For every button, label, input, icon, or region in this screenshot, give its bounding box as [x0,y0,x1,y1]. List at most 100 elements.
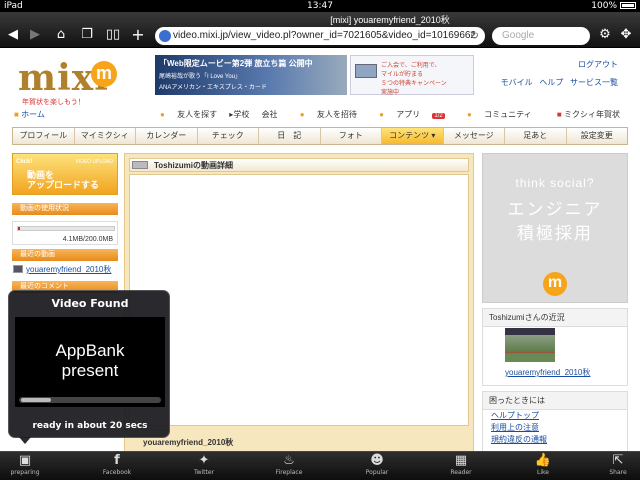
popular-icon: ☻ [370,453,384,468]
upload-sub-label: VIDEO UPLOAD [75,159,113,165]
upload-video-button[interactable]: Click! VIDEO UPLOAD 動画を アップロードする [12,153,118,195]
tab-reader-label: Reader [450,469,472,476]
tab-share[interactable]: ⇱ Share [592,452,640,480]
action-links: ● 友人を探す ▸学校 会社 ● 友人を招待 ● アプリ 1/2 ● コミュニテ… [160,109,552,120]
activity-video-link[interactable]: youaremyfriend_2010秋 [505,367,590,378]
invite-icon: ● [299,110,305,119]
preview-line2: present [61,361,119,380]
main-nav: プロフィール マイミクシィ カレンダー チェック 日 記 フォト コンテンツ ▾… [12,127,628,145]
activity-video-thumbnail[interactable] [505,328,555,362]
heading-marker-icon [132,161,148,169]
logo-tagline: 年賀状を楽しもう！ [22,99,85,106]
mile-banner[interactable]: ご入会で、ご利用で、 マイルが貯まる ５つの特典キャンペーン 実施中 [350,55,474,96]
video-player-area[interactable] [129,174,469,426]
banner-line3: ANAアメリカン・エキスプレス・カード [159,85,267,91]
preview-line1: AppBank [55,341,125,360]
video-found-popover[interactable]: Video Found AppBank present ready in abou… [8,290,170,444]
community-icon: ● [467,110,472,119]
share-icon: ⇱ [612,453,624,468]
usage-heading: 動画の使用状況 [12,203,118,215]
community-link[interactable]: ● コミュニティ [467,110,542,119]
home-icon[interactable]: ⌂ [52,28,70,42]
reload-icon[interactable]: ↻ [470,27,479,45]
school-label[interactable]: 学校 [233,110,249,119]
nav-calendar[interactable]: カレンダー [136,128,198,144]
forward-icon[interactable]: ▶ [28,28,42,42]
video-detail-panel: Toshizumiの動画詳細 youaremyfriend_2010秋 [124,153,474,451]
battery-status: 100% [591,0,636,12]
apps-link[interactable]: ● アプリ 1/2 [379,110,455,119]
move-icon[interactable]: ✥ [618,28,634,42]
banner-line2: 尾崎裕哉が歌う「I Love You」 [159,74,242,80]
battery-percent: 100% [591,1,617,11]
usage-notes-link[interactable]: 利用上の注意 [483,422,627,434]
tab-like[interactable]: 👍 Like [513,452,573,480]
twitter-icon: ✦ [198,453,210,468]
preview-controls [19,397,161,403]
tabs-icon[interactable]: ❐ [78,28,96,42]
tab-fireplace[interactable]: ♨ Fireplace [259,452,319,480]
video-preview[interactable]: AppBank present [15,317,165,407]
tab-fireplace-label: Fireplace [275,469,303,476]
nav-message[interactable]: メッセージ [444,128,505,144]
ana-banner[interactable]: 「Web限定ムービー第2弾 旅立ち篇 公開中 尾崎裕哉が歌う「I Love Yo… [155,55,347,95]
nav-mymixi[interactable]: マイミクシィ [75,128,136,144]
upload-line1: 動画を [27,170,55,180]
invite-friends-link[interactable]: ● 友人を招待 [300,110,367,119]
tab-twitter[interactable]: ✦ Twitter [174,452,234,480]
reader-icon: ▦ [454,453,468,468]
back-icon[interactable]: ◀ [6,28,20,42]
nav-contents[interactable]: コンテンツ ▾ [382,128,444,144]
recent-video-link[interactable]: youaremyfriend_2010秋 [12,263,118,277]
add-icon[interactable]: + [130,27,146,43]
nav-diary[interactable]: 日 記 [259,128,321,144]
nav-photo[interactable]: フォト [321,128,382,144]
recent-videos-heading: 最近の動画 [12,249,118,261]
help-top-link[interactable]: ヘルプトップ [483,410,627,422]
report-violation-link[interactable]: 規約違反の通報 [483,434,627,446]
bookmarks-icon[interactable]: ▯▯ [102,28,124,42]
magnifier-icon: ● [160,110,165,119]
apps-badge: 1/2 [432,113,445,119]
tab-popular[interactable]: ☻ Popular [347,452,407,480]
invite-label: 友人を招待 [316,110,357,119]
home-link[interactable]: ■ ホーム [14,109,45,120]
help-link[interactable]: ヘルプ [539,78,563,87]
banner2-line4: 実施中 [381,90,400,96]
gear-icon[interactable]: ⚙ [598,28,612,42]
nav-profile[interactable]: プロフィール [13,128,75,144]
banner-line1: 「Web限定ムービー第2弾 旅立ち篇 公開中 [159,59,313,68]
nav-settings[interactable]: 設定変更 [567,128,628,144]
ad-line3: 積極採用 [517,224,593,243]
globe-icon [159,30,171,42]
recent-activity-box: Toshizumiさんの近況 youaremyfriend_2010秋 [482,308,628,386]
usage-box: 4.1MB/200.0MB [12,221,118,245]
nav-footprints[interactable]: 足あと [505,128,567,144]
banner2-line3: ５つの特典キャンペーン [381,81,447,87]
new-year-card-link[interactable]: ■ ミクシィ年賀状 [557,109,620,120]
service-list-link[interactable]: サービス一覧 [570,78,618,87]
tab-popular-label: Popular [365,469,389,476]
tab-preparing[interactable]: ▣ preparing [0,452,55,480]
video-detail-title: Toshizumiの動画詳細 [154,161,233,170]
new-year-card-label: ミクシィ年賀状 [564,110,620,119]
tab-facebook[interactable]: f Facebook [87,452,147,480]
video-detail-heading: Toshizumiの動画詳細 [129,158,469,172]
page-title: [mixi] youaremyfriend_2010秋 [330,15,450,25]
find-friends-label: 友人を探す [177,110,218,119]
tab-reader[interactable]: ▦ Reader [431,452,491,480]
mixi-logo-mark: m [91,61,117,87]
tab-preparing-label: preparing [10,469,40,476]
nav-check[interactable]: チェック [198,128,259,144]
banner2-line1: ご入会で、ご利用で、 [381,63,441,69]
browser-toolbar: [mixi] youaremyfriend_2010秋 ◀ ▶ ⌂ ❐ ▯▯ +… [0,12,640,48]
logout-link[interactable]: ログアウト [578,59,618,70]
battery-icon [620,2,636,9]
company-label[interactable]: 会社 [262,110,278,119]
recruit-ad[interactable]: think social? エンジニア 積極採用 m [482,153,628,303]
help-heading: 困ったときには [483,392,627,410]
search-input[interactable]: Google [492,27,590,45]
address-bar[interactable]: video.mixi.jp/view_video.pl?owner_id=702… [155,27,485,45]
find-friends-link[interactable]: ● 友人を探す ▸学校 会社 [160,110,288,119]
mobile-link[interactable]: モバイル [501,78,533,87]
